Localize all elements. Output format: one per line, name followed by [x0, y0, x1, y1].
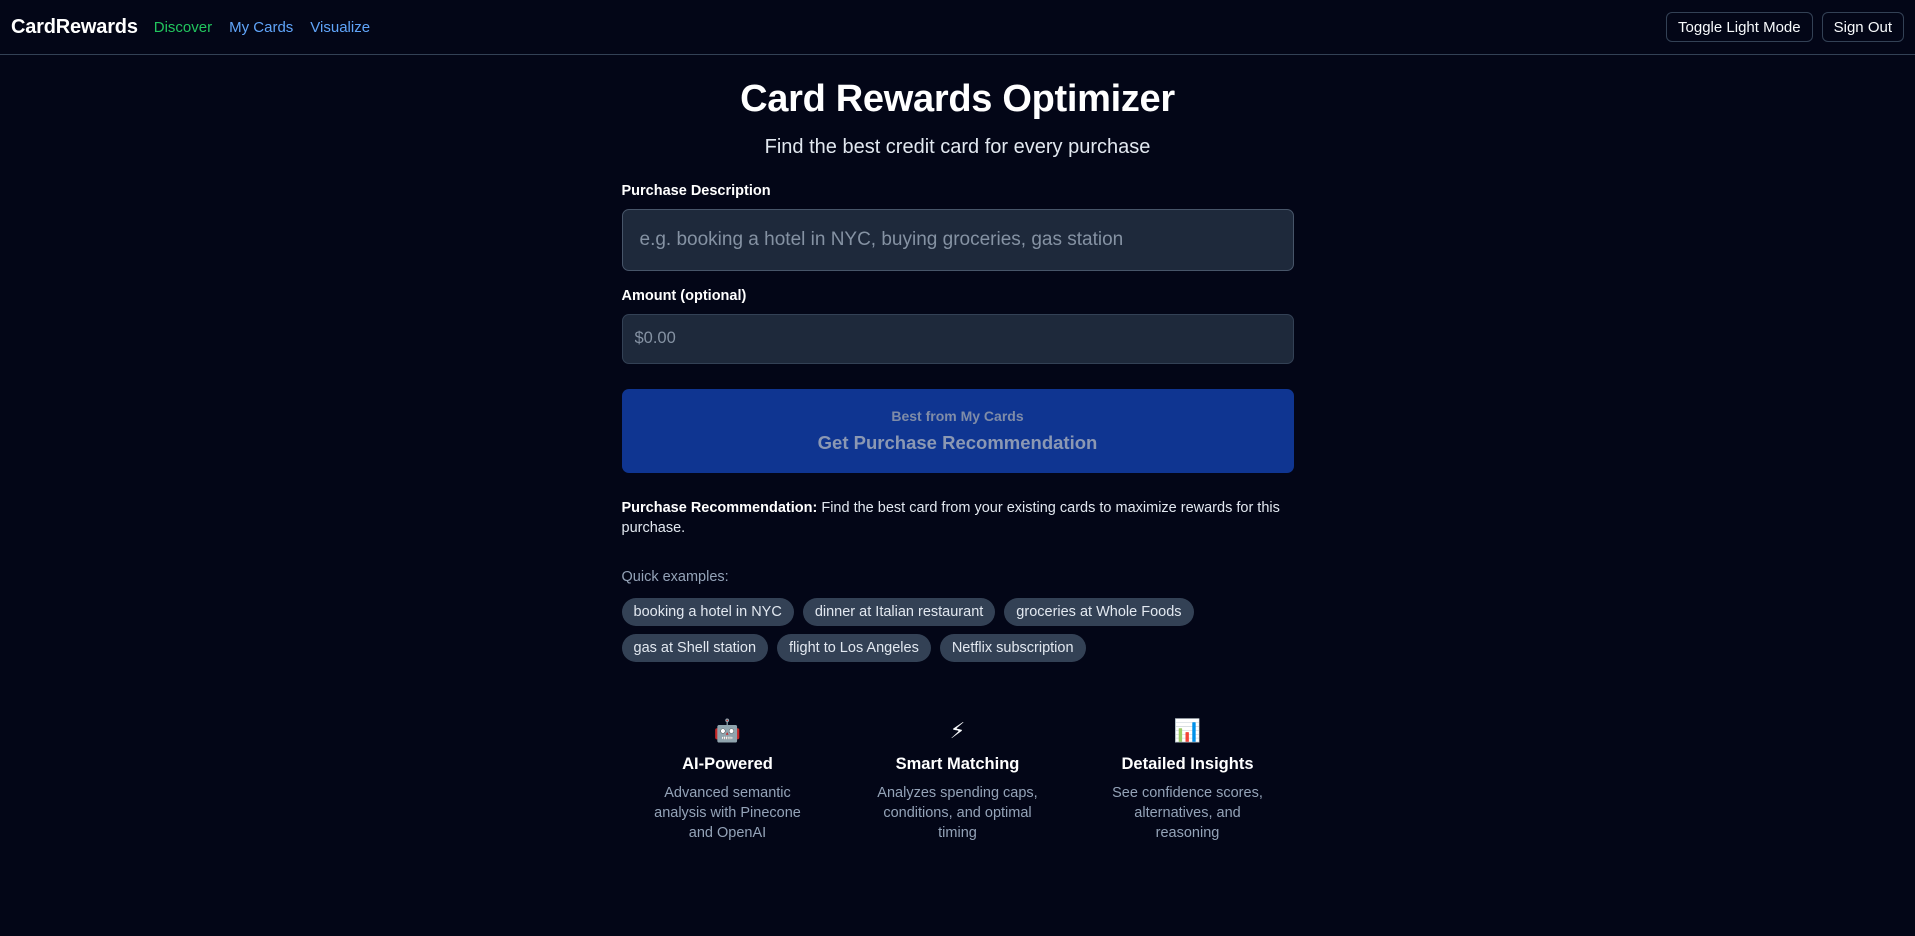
recommendation-info: Purchase Recommendation: Find the best c… — [622, 498, 1294, 538]
top-navbar: CardRewards Discover My Cards Visualize … — [0, 0, 1915, 55]
nav-right: Toggle Light Mode Sign Out — [1666, 12, 1904, 42]
example-chip[interactable]: dinner at Italian restaurant — [802, 597, 996, 626]
toggle-light-mode-button[interactable]: Toggle Light Mode — [1666, 12, 1813, 42]
brand-logo[interactable]: CardRewards — [11, 16, 138, 39]
amount-input[interactable] — [621, 313, 1294, 364]
feature-smart-matching: ⚡ Smart Matching Analyzes spending caps,… — [852, 717, 1064, 843]
amount-label: Amount (optional) — [621, 287, 747, 304]
get-recommendation-button[interactable]: Best from My Cards Get Purchase Recommen… — [621, 388, 1294, 473]
example-chip[interactable]: Netflix subscription — [939, 633, 1086, 662]
bar-chart-icon: 📊 — [1173, 717, 1202, 743]
feature-title: Detailed Insights — [1121, 754, 1254, 773]
main-content: Card Rewards Optimizer Find the best cre… — [621, 77, 1294, 843]
recommendation-mode-label: Best from My Cards — [891, 407, 1024, 424]
feature-title: Smart Matching — [895, 754, 1020, 773]
features-section: 🤖 AI-Powered Advanced semantic analysis … — [622, 717, 1294, 843]
quick-examples-label: Quick examples: — [621, 568, 729, 585]
lightning-icon: ⚡ — [949, 717, 966, 743]
nav-left: CardRewards Discover My Cards Visualize — [11, 16, 387, 39]
recommendation-info-title: Purchase Recommendation: — [621, 499, 818, 516]
example-chip[interactable]: flight to Los Angeles — [777, 633, 931, 662]
robot-icon: 🤖 — [713, 717, 742, 743]
example-chip[interactable]: groceries at Whole Foods — [1004, 597, 1194, 626]
feature-detailed-insights: 📊 Detailed Insights See confidence score… — [1082, 717, 1294, 843]
nav-link-visualize[interactable]: Visualize — [310, 19, 370, 36]
recommendation-button-label: Get Purchase Recommendation — [817, 431, 1098, 453]
page-subtitle: Find the best credit card for every purc… — [764, 135, 1151, 158]
nav-link-discover[interactable]: Discover — [154, 19, 212, 36]
quick-examples-list: booking a hotel in NYC dinner at Italian… — [621, 597, 1294, 662]
feature-description: Analyzes spending caps, conditions, and … — [877, 784, 1038, 841]
feature-description: See confidence scores, alternatives, and… — [1112, 784, 1263, 841]
feature-ai-powered: 🤖 AI-Powered Advanced semantic analysis … — [622, 717, 834, 843]
purchase-description-label: Purchase Description — [621, 182, 771, 199]
purchase-description-input[interactable] — [621, 208, 1294, 271]
sign-out-button[interactable]: Sign Out — [1821, 12, 1904, 42]
feature-title: AI-Powered — [682, 754, 773, 773]
nav-link-my-cards[interactable]: My Cards — [229, 19, 293, 36]
example-chip[interactable]: gas at Shell station — [621, 633, 769, 662]
example-chip[interactable]: booking a hotel in NYC — [621, 597, 794, 626]
page-title: Card Rewards Optimizer — [740, 78, 1175, 120]
feature-description: Advanced semantic analysis with Pinecone… — [654, 784, 801, 841]
